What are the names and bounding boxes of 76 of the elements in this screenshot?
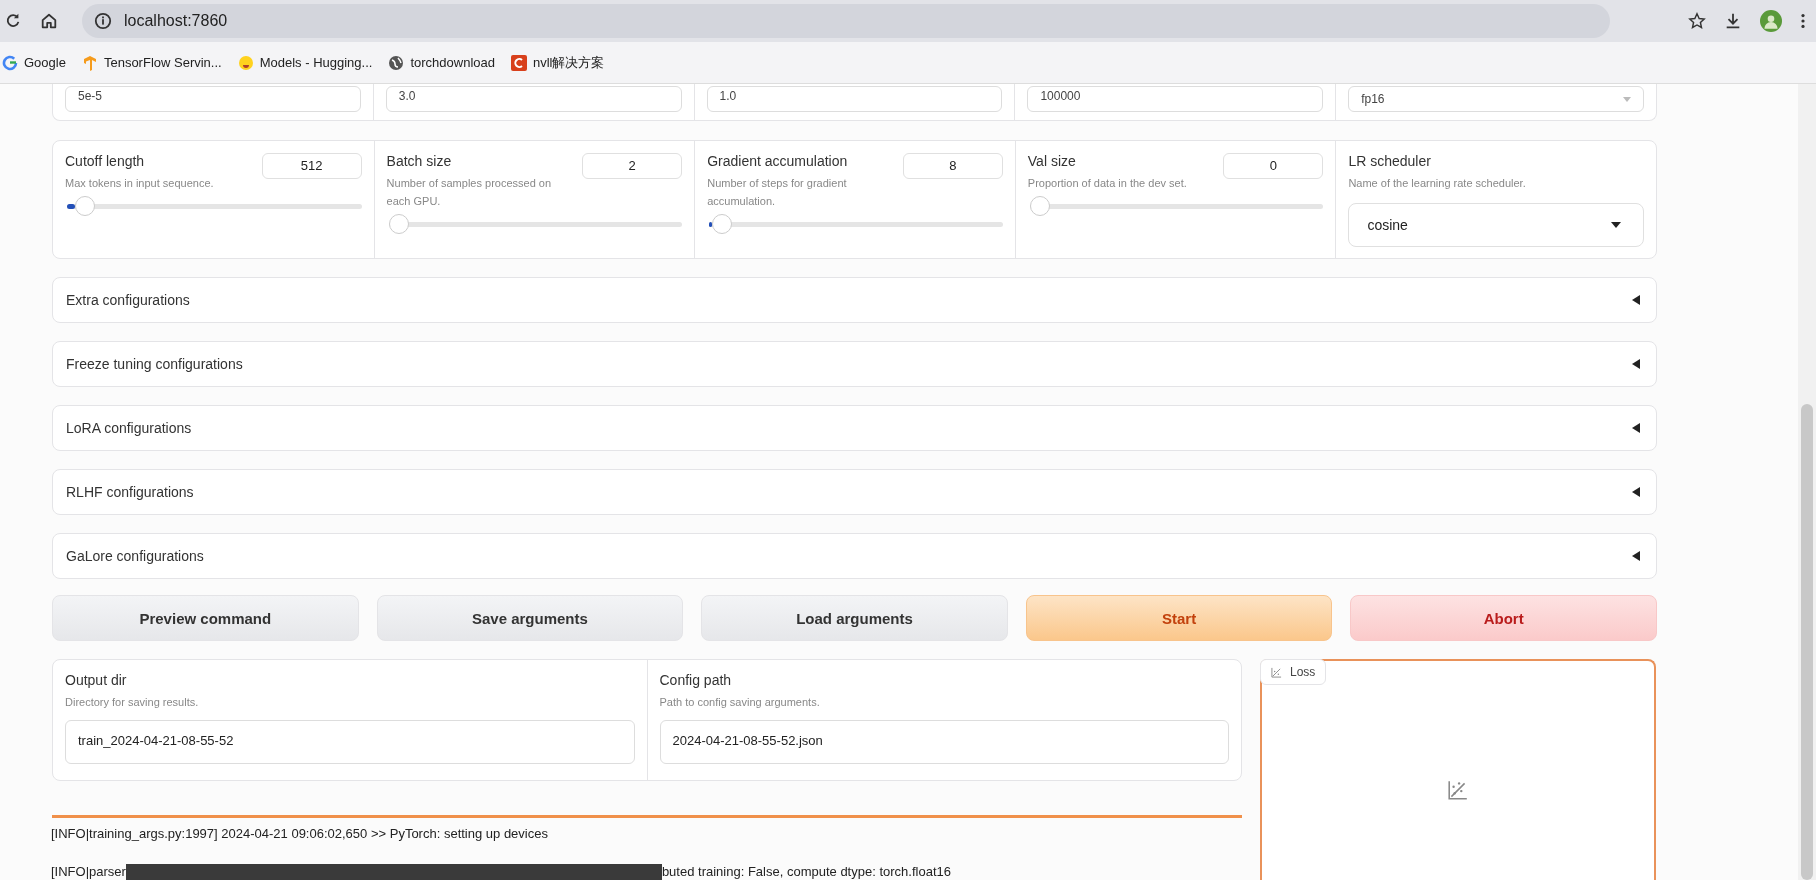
action-button[interactable]: Save arguments bbox=[376, 595, 684, 641]
star-icon[interactable] bbox=[1688, 12, 1706, 30]
avatar-icon[interactable] bbox=[1760, 10, 1782, 32]
smiley-icon bbox=[237, 54, 254, 71]
slider-thumb[interactable] bbox=[388, 214, 409, 234]
menu-icon[interactable] bbox=[1800, 12, 1806, 30]
download-icon[interactable] bbox=[1724, 12, 1742, 30]
number-field[interactable]: 2 bbox=[582, 153, 683, 179]
caret-icon bbox=[1611, 222, 1621, 228]
action-button[interactable]: Preview command bbox=[52, 595, 359, 641]
field-label: Gradient accumulation bbox=[707, 153, 849, 169]
info-icon[interactable] bbox=[94, 12, 112, 30]
accordion[interactable]: Extra configurations bbox=[52, 277, 1657, 323]
reload-icon[interactable] bbox=[4, 12, 22, 30]
caret-icon bbox=[1632, 487, 1640, 497]
scrollbar-thumb[interactable] bbox=[1801, 404, 1813, 880]
caret-icon bbox=[1623, 96, 1631, 102]
address-bar[interactable]: localhost:7860 bbox=[82, 4, 1610, 38]
text-field[interactable]: train_2024-04-21-08-55-52 bbox=[65, 720, 635, 764]
number-field[interactable]: 0 bbox=[1223, 153, 1324, 179]
field-label: Val size bbox=[1027, 153, 1077, 169]
caret-icon bbox=[1632, 551, 1640, 561]
number-field[interactable]: 512 bbox=[261, 153, 362, 179]
caret-icon bbox=[1632, 295, 1640, 305]
field-hint: Number of samples processed on each GPU. bbox=[386, 176, 553, 209]
action-button[interactable]: Start bbox=[1025, 595, 1333, 641]
text-field[interactable]: 1.0 bbox=[706, 86, 1003, 112]
accordion[interactable]: GaLore configurations bbox=[52, 533, 1657, 579]
action-button[interactable]: Abort bbox=[1350, 595, 1657, 641]
slider[interactable] bbox=[709, 214, 1003, 234]
c-logo-icon bbox=[511, 54, 527, 71]
scatter-plot-icon bbox=[1447, 779, 1469, 801]
caret-icon bbox=[1632, 359, 1640, 369]
action-button[interactable]: Load arguments bbox=[701, 595, 1008, 641]
field-hint: Path to config saving arguments. bbox=[659, 695, 821, 710]
text-field[interactable]: 3.0 bbox=[385, 86, 682, 112]
globe-icon bbox=[388, 54, 405, 71]
text-field[interactable]: 100000 bbox=[1027, 86, 1324, 112]
slider[interactable] bbox=[1029, 196, 1324, 216]
tensorflow-icon bbox=[81, 54, 98, 71]
field-label: Batch size bbox=[386, 153, 453, 169]
text-field[interactable]: 5e-5 bbox=[65, 86, 361, 112]
field-hint: Max tokens in input sequence. bbox=[65, 176, 214, 191]
bookmark-link[interactable]: TensorFlow Servin... bbox=[103, 55, 222, 70]
bookmark-link[interactable]: Google bbox=[24, 55, 66, 70]
log-line: buted training: False, compute dtype: torch.float16 bbox=[661, 864, 951, 880]
slider[interactable] bbox=[67, 196, 362, 216]
bookmark-link[interactable]: torchdownload bbox=[410, 55, 495, 70]
log-line: [INFO|training_args.py:1997] 2024-04-21 09:06:02,650 >> PyTorch: setting up devices bbox=[51, 826, 548, 842]
slider-thumb[interactable] bbox=[1029, 196, 1050, 216]
log-line: [INFO|parser bbox=[51, 864, 126, 880]
slider-thumb[interactable] bbox=[711, 214, 732, 234]
field-hint: Name of the learning rate scheduler. bbox=[1348, 176, 1527, 191]
home-icon[interactable] bbox=[40, 12, 58, 30]
accordion[interactable]: LoRA configurations bbox=[52, 405, 1657, 451]
bookmark-link[interactable]: nvll解决方案 bbox=[533, 53, 605, 72]
field-hint: Directory for saving results. bbox=[65, 695, 200, 710]
field-hint: Number of steps for gradient accumulation. bbox=[707, 176, 848, 209]
plot-label: Loss bbox=[1260, 659, 1327, 685]
field-label: LR scheduler bbox=[1348, 153, 1432, 169]
accordion[interactable]: Freeze tuning configurations bbox=[52, 341, 1657, 387]
dropdown[interactable]: fp16 bbox=[1348, 86, 1644, 112]
bookmark-link[interactable]: Models - Hugging... bbox=[259, 55, 373, 70]
accordion[interactable]: RLHF configurations bbox=[52, 469, 1657, 515]
slider[interactable] bbox=[388, 214, 683, 234]
slider-thumb[interactable] bbox=[75, 196, 96, 216]
field-label: Output dir bbox=[65, 672, 128, 688]
google-icon bbox=[2, 54, 18, 71]
field-label: Cutoff length bbox=[65, 153, 146, 169]
field-label: Config path bbox=[659, 672, 733, 688]
dropdown[interactable]: cosine bbox=[1348, 203, 1644, 247]
scatter-plot-icon bbox=[1271, 666, 1282, 678]
number-field[interactable]: 8 bbox=[902, 153, 1003, 179]
text-field[interactable]: 2024-04-21-08-55-52.json bbox=[659, 720, 1229, 764]
caret-icon bbox=[1632, 423, 1640, 433]
field-hint: Proportion of data in the dev set. bbox=[1027, 176, 1187, 191]
